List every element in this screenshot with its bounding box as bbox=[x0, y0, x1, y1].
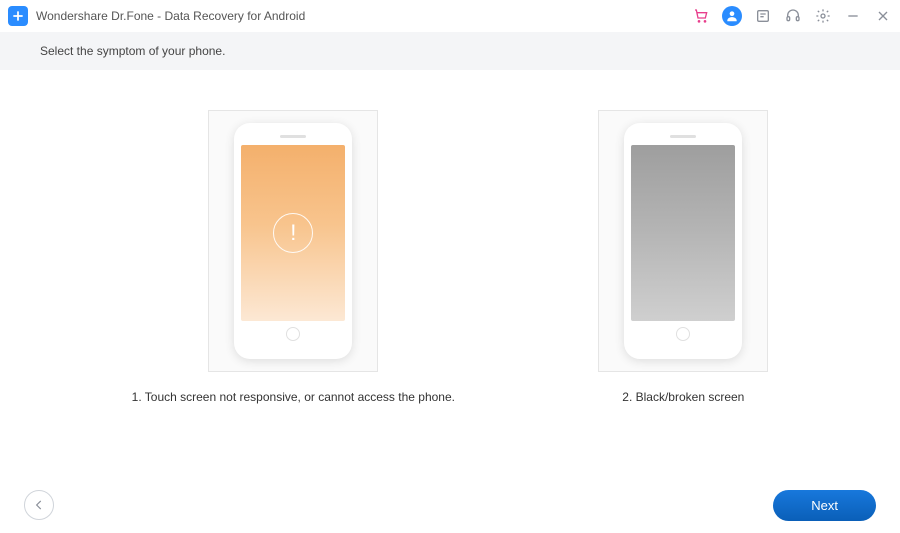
phone-home-button bbox=[286, 327, 300, 341]
user-icon[interactable] bbox=[722, 6, 742, 26]
back-button[interactable] bbox=[24, 490, 54, 520]
phone-mockup: ! bbox=[234, 123, 352, 359]
cart-icon[interactable] bbox=[692, 7, 710, 25]
phone-home-button bbox=[676, 327, 690, 341]
close-icon[interactable] bbox=[874, 7, 892, 25]
phone-screen-warning: ! bbox=[241, 145, 345, 321]
next-button[interactable]: Next bbox=[773, 490, 876, 521]
phone-mockup bbox=[624, 123, 742, 359]
titlebar-actions bbox=[692, 6, 892, 26]
option-touch-unresponsive[interactable]: ! 1. Touch screen not responsive, or can… bbox=[132, 110, 455, 404]
app-title: Wondershare Dr.Fone - Data Recovery for … bbox=[36, 9, 692, 23]
phone-card bbox=[598, 110, 768, 372]
phone-speaker bbox=[670, 135, 696, 138]
option-black-broken-screen[interactable]: 2. Black/broken screen bbox=[598, 110, 768, 404]
minimize-icon[interactable] bbox=[844, 7, 862, 25]
settings-icon[interactable] bbox=[814, 7, 832, 25]
options-container: ! 1. Touch screen not responsive, or can… bbox=[0, 70, 900, 404]
option-label: 2. Black/broken screen bbox=[622, 390, 744, 404]
app-logo-icon bbox=[8, 6, 28, 26]
support-icon[interactable] bbox=[784, 7, 802, 25]
exclamation-icon: ! bbox=[273, 213, 313, 253]
phone-speaker bbox=[280, 135, 306, 138]
phone-screen-blank bbox=[631, 145, 735, 321]
footer: Next bbox=[0, 477, 900, 533]
titlebar: Wondershare Dr.Fone - Data Recovery for … bbox=[0, 0, 900, 32]
phone-card: ! bbox=[208, 110, 378, 372]
instruction-text: Select the symptom of your phone. bbox=[0, 32, 900, 70]
option-label: 1. Touch screen not responsive, or canno… bbox=[132, 390, 455, 404]
feedback-icon[interactable] bbox=[754, 7, 772, 25]
